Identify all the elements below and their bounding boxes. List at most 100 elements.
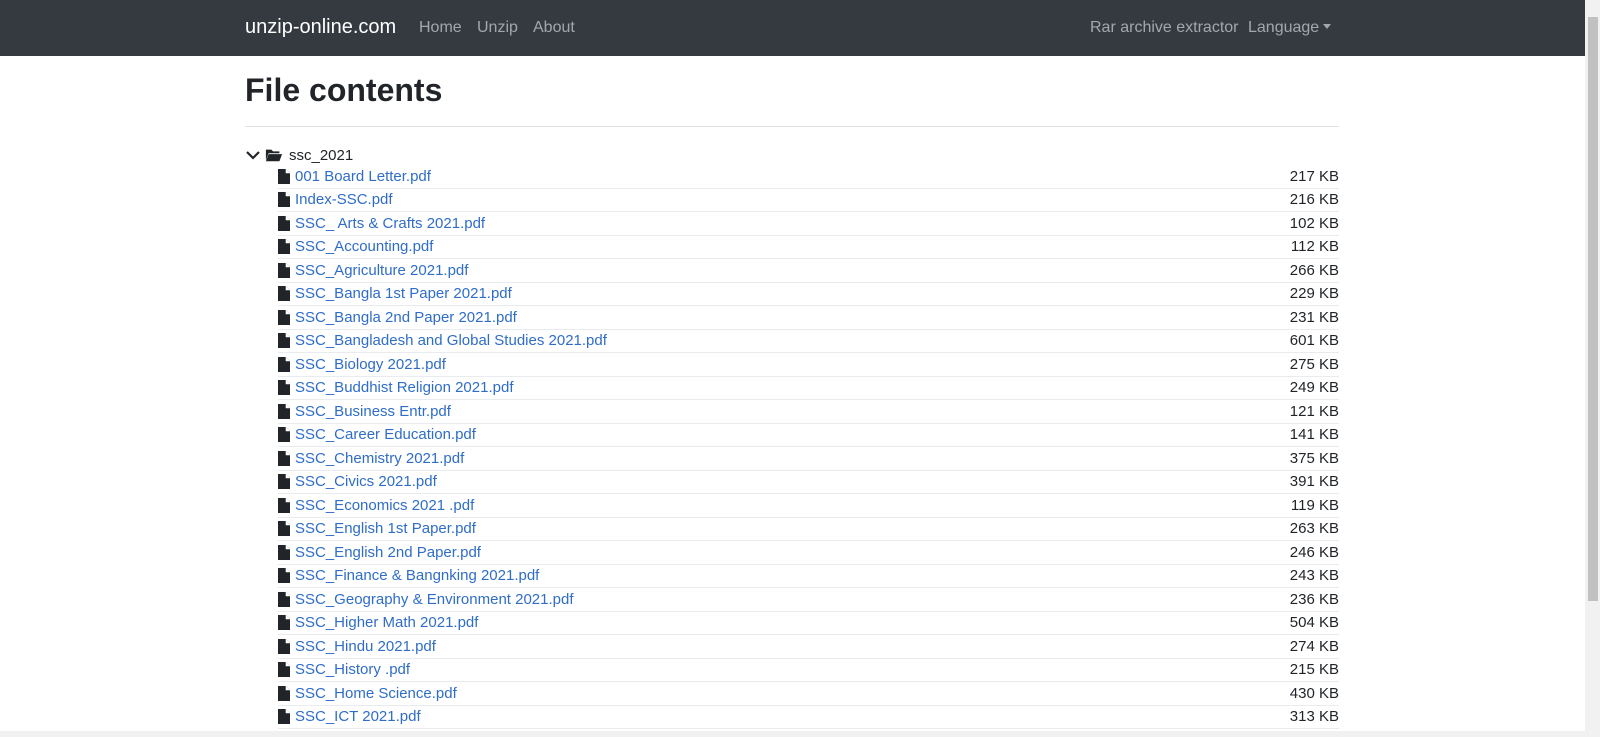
file-icon xyxy=(278,497,290,513)
nav-home[interactable]: Home xyxy=(419,19,462,37)
file-row: SSC_Chemistry 2021.pdf 375 KB xyxy=(278,447,1339,471)
file-entry: SSC_ Arts & Crafts 2021.pdf xyxy=(278,215,485,232)
file-link[interactable]: SSC_Buddhist Religion 2021.pdf xyxy=(295,379,513,396)
file-size: 275 KB xyxy=(1289,355,1339,373)
file-link[interactable]: SSC_Accounting.pdf xyxy=(295,238,433,255)
file-size: 217 KB xyxy=(1289,167,1339,185)
file-link[interactable]: SSC_Economics 2021 .pdf xyxy=(295,497,474,514)
file-row: SSC_ICT 2021.pdf 313 KB xyxy=(278,706,1339,729)
file-entry: SSC_Bangla 2nd Paper 2021.pdf xyxy=(278,309,517,326)
file-icon xyxy=(278,521,290,537)
file-size: 246 KB xyxy=(1289,543,1339,561)
file-row: SSC_Accounting.pdf 112 KB xyxy=(278,236,1339,259)
file-row: SSC_Hindu 2021.pdf 274 KB xyxy=(278,635,1339,659)
file-size: 391 KB xyxy=(1289,473,1339,491)
file-row: SSC_Career Education.pdf 141 KB xyxy=(278,424,1339,447)
file-size: 102 KB xyxy=(1289,214,1339,232)
file-link[interactable]: SSC_English 2nd Paper.pdf xyxy=(295,544,481,561)
file-size: 430 KB xyxy=(1289,684,1339,702)
file-link[interactable]: SSC_Civics 2021.pdf xyxy=(295,473,437,490)
file-link[interactable]: SSC_Bangla 1st Paper 2021.pdf xyxy=(295,285,512,302)
file-size: 112 KB xyxy=(1290,238,1339,256)
file-entry: SSC_Home Science.pdf xyxy=(278,685,457,702)
file-row: SSC_Bangla 2nd Paper 2021.pdf 231 KB xyxy=(278,306,1339,330)
file-link[interactable]: SSC_Finance & Bangnking 2021.pdf xyxy=(295,567,539,584)
file-link[interactable]: SSC_ Arts & Crafts 2021.pdf xyxy=(295,215,485,232)
file-entry: SSC_Agriculture 2021.pdf xyxy=(278,262,468,279)
file-size: 141 KB xyxy=(1289,426,1339,444)
file-icon xyxy=(278,403,290,419)
file-entry: SSC_Career Education.pdf xyxy=(278,426,476,443)
title-divider xyxy=(245,126,1339,127)
file-link[interactable]: SSC_Career Education.pdf xyxy=(295,426,476,443)
file-size: 375 KB xyxy=(1289,449,1339,467)
file-row: SSC_Bangladesh and Global Studies 2021.p… xyxy=(278,330,1339,353)
file-size: 263 KB xyxy=(1289,520,1339,538)
file-link[interactable]: 001 Board Letter.pdf xyxy=(295,168,431,185)
chevron-down-icon[interactable] xyxy=(245,147,261,163)
file-link[interactable]: SSC_Bangla 2nd Paper 2021.pdf xyxy=(295,309,517,326)
file-icon xyxy=(278,262,290,278)
file-entry: SSC_Biology 2021.pdf xyxy=(278,356,446,373)
file-link[interactable]: SSC_Business Entr.pdf xyxy=(295,403,451,420)
scrollbar-thumb[interactable] xyxy=(1588,17,1598,601)
file-row: SSC_Agriculture 2021.pdf 266 KB xyxy=(278,259,1339,283)
file-icon xyxy=(278,474,290,490)
horizontal-scrollbar[interactable] xyxy=(0,731,1585,737)
file-size: 236 KB xyxy=(1289,590,1339,608)
file-icon xyxy=(278,427,290,443)
file-link[interactable]: SSC_History .pdf xyxy=(295,661,410,678)
file-link[interactable]: SSC_ICT 2021.pdf xyxy=(295,708,421,725)
file-row: SSC_Geography & Environment 2021.pdf 236 … xyxy=(278,588,1339,612)
file-row: SSC_Business Entr.pdf 121 KB xyxy=(278,400,1339,424)
file-link[interactable]: SSC_Hindu 2021.pdf xyxy=(295,638,436,655)
folder-row[interactable]: ssc_2021 xyxy=(245,144,353,166)
file-link[interactable]: SSC_Geography & Environment 2021.pdf xyxy=(295,591,574,608)
file-row: SSC_ Arts & Crafts 2021.pdf 102 KB xyxy=(278,212,1339,236)
nav-rar-extractor[interactable]: Rar archive extractor xyxy=(1090,19,1239,37)
file-size: 229 KB xyxy=(1289,285,1339,303)
vertical-scrollbar[interactable] xyxy=(1585,0,1600,737)
file-link[interactable]: Index-SSC.pdf xyxy=(295,191,393,208)
file-size: 119 KB xyxy=(1290,496,1339,514)
file-entry: SSC_Business Entr.pdf xyxy=(278,403,451,420)
file-entry: SSC_Geography & Environment 2021.pdf xyxy=(278,591,574,608)
file-link[interactable]: SSC_Agriculture 2021.pdf xyxy=(295,262,468,279)
file-row: SSC_Civics 2021.pdf 391 KB xyxy=(278,471,1339,494)
file-size: 601 KB xyxy=(1289,332,1339,350)
file-row: SSC_Buddhist Religion 2021.pdf 249 KB xyxy=(278,377,1339,400)
file-icon xyxy=(278,450,290,466)
nav-unzip[interactable]: Unzip xyxy=(477,19,518,37)
file-icon xyxy=(278,662,290,678)
file-icon xyxy=(278,168,290,184)
file-row: SSC_Bangla 1st Paper 2021.pdf 229 KB xyxy=(278,283,1339,306)
file-entry: 001 Board Letter.pdf xyxy=(278,168,431,185)
nav-about[interactable]: About xyxy=(533,19,575,37)
file-icon xyxy=(278,615,290,631)
file-icon xyxy=(278,685,290,701)
file-link[interactable]: SSC_Higher Math 2021.pdf xyxy=(295,614,478,631)
file-row: SSC_Finance & Bangnking 2021.pdf 243 KB xyxy=(278,565,1339,588)
file-size: 274 KB xyxy=(1289,637,1339,655)
file-link[interactable]: SSC_Home Science.pdf xyxy=(295,685,457,702)
file-size: 216 KB xyxy=(1289,191,1339,209)
file-link[interactable]: SSC_Biology 2021.pdf xyxy=(295,356,446,373)
file-entry: SSC_Finance & Bangnking 2021.pdf xyxy=(278,567,539,584)
language-dropdown[interactable]: Language xyxy=(1248,19,1332,37)
file-entry: SSC_Buddhist Religion 2021.pdf xyxy=(278,379,513,396)
file-entry: SSC_Chemistry 2021.pdf xyxy=(278,450,464,467)
folder-open-icon xyxy=(265,149,283,162)
file-entry: SSC_Hindu 2021.pdf xyxy=(278,638,436,655)
file-link[interactable]: SSC_Chemistry 2021.pdf xyxy=(295,450,464,467)
file-icon xyxy=(278,192,290,208)
language-label: Language xyxy=(1248,19,1320,36)
file-size: 231 KB xyxy=(1289,308,1339,326)
file-entry: Index-SSC.pdf xyxy=(278,191,393,208)
file-row: SSC_English 1st Paper.pdf 263 KB xyxy=(278,518,1339,541)
file-icon xyxy=(278,215,290,231)
file-link[interactable]: SSC_Bangladesh and Global Studies 2021.p… xyxy=(295,332,607,349)
file-link[interactable]: SSC_English 1st Paper.pdf xyxy=(295,520,476,537)
file-entry: SSC_Bangla 1st Paper 2021.pdf xyxy=(278,285,512,302)
navbar: unzip-online.com Home Unzip About Rar ar… xyxy=(0,0,1585,56)
brand-link[interactable]: unzip-online.com xyxy=(245,16,396,39)
